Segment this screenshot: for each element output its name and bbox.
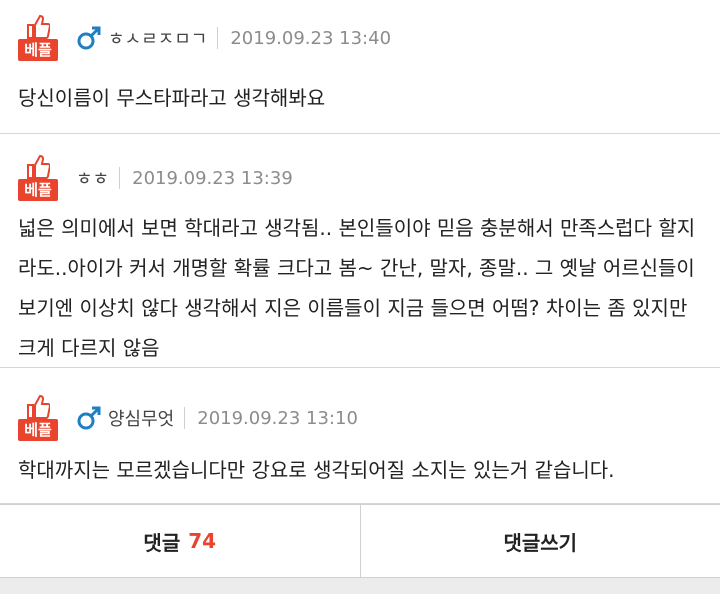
comment-date: 2019.09.23 13:39 [132, 167, 293, 189]
comment-author[interactable]: ㅎㅎ [76, 165, 109, 191]
comment-meta: 베플 양심무엇 2019.09.23 13:10 [18, 392, 358, 444]
comment-meta: 베플 ㅎㅅㄹㅈㅁㄱ 2019.09.23 13:40 [18, 12, 391, 64]
comment-item: 베플 ㅎㅎ 2019.09.23 13:39 넓은 의미에서 보면 학대라고 생… [0, 134, 720, 368]
meta-divider [217, 27, 219, 49]
best-comment-badge: 베플 [18, 13, 58, 63]
comment-author[interactable]: 양심무엇 [108, 405, 174, 431]
comments-label: 댓글 [143, 530, 181, 555]
write-comment-label: 댓글쓰기 [503, 530, 578, 555]
comment-footer-bar: 댓글 74 댓글쓰기 [0, 504, 720, 578]
comment-text: 학대까지는 모르겠습니다만 강요로 생각되어질 소지는 있는거 같습니다. [18, 458, 615, 482]
comment-meta: 베플 ㅎㅎ 2019.09.23 13:39 [18, 152, 293, 204]
meta-divider [119, 167, 121, 189]
best-comment-badge: 베플 [18, 153, 58, 203]
comment-date: 2019.09.23 13:10 [197, 407, 358, 429]
meta-divider [184, 407, 186, 429]
thumbs-up-icon [27, 14, 50, 39]
thumbs-up-icon [27, 154, 50, 179]
comment-item: 베플 ㅎㅅㄹㅈㅁㄱ 2019.09.23 13:40 당신이름이 무스타파라고 … [0, 0, 720, 134]
comment-item: 베플 양심무엇 2019.09.23 13:10 학대까지는 모르겠습니다만 강… [0, 368, 720, 504]
comments-count: 74 [188, 529, 217, 553]
thumbs-up-icon [27, 394, 50, 419]
best-comment-badge: 베플 [18, 393, 58, 443]
male-gender-icon [77, 26, 101, 50]
view-comments-button[interactable]: 댓글 74 [0, 505, 360, 577]
male-gender-icon [77, 406, 101, 430]
best-badge-label: 베플 [18, 179, 58, 201]
comment-date: 2019.09.23 13:40 [230, 27, 392, 49]
best-badge-label: 베플 [18, 419, 58, 441]
best-badge-label: 베플 [18, 39, 58, 61]
write-comment-button[interactable]: 댓글쓰기 [359, 505, 720, 577]
comment-author[interactable]: ㅎㅅㄹㅈㅁㄱ [108, 25, 207, 51]
comment-text: 넓은 의미에서 보면 학대라고 생각됨.. 본인들이야 믿음 충분해서 만족스럽… [18, 216, 696, 360]
comment-text: 당신이름이 무스타파라고 생각해봐요 [18, 86, 326, 110]
